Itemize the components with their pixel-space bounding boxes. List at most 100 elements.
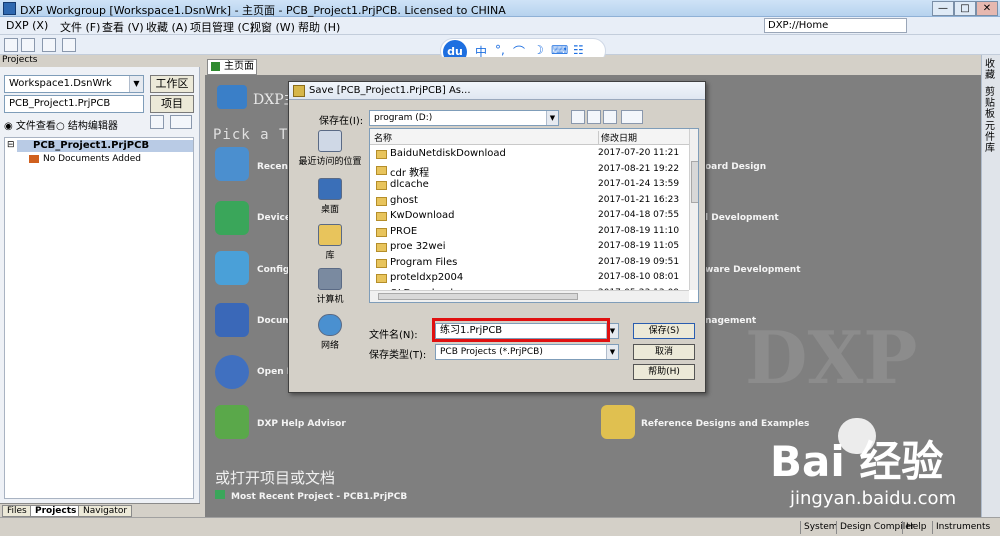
- menu-window[interactable]: 视窗 (W): [250, 19, 295, 35]
- rail-clipboard[interactable]: 剪贴板: [985, 87, 997, 120]
- network-icon: [318, 314, 342, 336]
- open-icon[interactable]: [21, 38, 35, 52]
- file-row[interactable]: BaiduNetdiskDownload 2017-07-20 11:21: [370, 147, 689, 162]
- file-row[interactable]: dlcache 2017-01-24 13:59: [370, 178, 689, 193]
- chevron-down-icon: ▼: [606, 345, 618, 359]
- help-advisor-icon[interactable]: [215, 405, 249, 439]
- filetype-select[interactable]: PCB Projects (*.PrjPCB) ▼: [435, 344, 619, 360]
- radio-file-view[interactable]: ◉ 文件查看: [4, 117, 56, 132]
- project-button[interactable]: 项目: [150, 95, 194, 113]
- place-recent[interactable]: 最近访问的位置: [297, 130, 363, 167]
- ime-keyboard-icon[interactable]: ⌨: [551, 43, 568, 57]
- tab-files[interactable]: Files: [2, 505, 32, 517]
- new-icon[interactable]: [4, 38, 18, 52]
- save-in-select[interactable]: program (D:) ▼: [369, 110, 559, 126]
- recent-project-link[interactable]: Most Recent Project - PCB1.PrjPCB: [215, 490, 407, 502]
- column-name[interactable]: 名称: [374, 131, 392, 144]
- configure-icon[interactable]: [215, 251, 249, 285]
- menu-dxp[interactable]: DXP (X): [6, 19, 48, 32]
- place-network[interactable]: 网络: [297, 314, 363, 351]
- task-management[interactable]: nagement: [705, 316, 756, 326]
- open-dxp-icon[interactable]: [215, 355, 249, 389]
- tree-collapse-icon[interactable]: ⊟: [7, 140, 15, 150]
- folder-icon: [29, 155, 39, 163]
- cancel-button[interactable]: 取消: [633, 344, 695, 360]
- menu-file[interactable]: 文件 (F): [60, 19, 100, 35]
- task-recent[interactable]: Recent: [257, 162, 292, 172]
- home-icon: [211, 62, 220, 71]
- highlight-box: [432, 318, 610, 342]
- scroll-thumb[interactable]: [691, 161, 698, 203]
- document-menu-icon[interactable]: [170, 115, 192, 129]
- chevron-down-icon: ▼: [129, 76, 143, 92]
- layers-icon[interactable]: [42, 38, 56, 52]
- tab-navigator[interactable]: Navigator: [78, 505, 133, 517]
- menu-view[interactable]: 查看 (V): [102, 19, 144, 35]
- rail-libraries[interactable]: 元件库: [985, 121, 997, 154]
- projects-panel-header: Projects: [0, 55, 200, 67]
- ime-moon-icon[interactable]: ☽: [533, 43, 544, 57]
- close-button[interactable]: ✕: [976, 1, 998, 16]
- task-development[interactable]: l Development: [705, 213, 779, 223]
- vertical-scrollbar[interactable]: [689, 129, 698, 290]
- status-system[interactable]: System: [800, 521, 841, 534]
- file-date: 2017-08-21 19:22: [598, 163, 680, 174]
- place-library[interactable]: 库: [297, 224, 363, 261]
- ime-menu-icon[interactable]: ☷: [573, 43, 584, 57]
- tab-projects[interactable]: Projects: [30, 505, 82, 517]
- menu-help[interactable]: 帮助 (H): [298, 19, 340, 35]
- horizontal-scrollbar[interactable]: [370, 290, 689, 302]
- radio-struct-editor[interactable]: ○ 结构编辑器: [56, 117, 118, 132]
- place-computer[interactable]: 计算机: [297, 268, 363, 305]
- status-help[interactable]: Help: [902, 521, 930, 534]
- file-row[interactable]: ghost 2017-01-21 16:23: [370, 194, 689, 209]
- file-date: 2017-01-24 13:59: [598, 179, 680, 189]
- menu-favorites[interactable]: 收藏 (A): [146, 19, 188, 35]
- back-icon[interactable]: [571, 110, 585, 124]
- status-instruments[interactable]: Instruments: [932, 521, 993, 534]
- tab-home[interactable]: 主页面: [207, 59, 257, 75]
- device-icon[interactable]: [215, 201, 249, 235]
- ime-punct-icon[interactable]: °,: [495, 43, 505, 57]
- place-desktop-label: 桌面: [320, 205, 339, 215]
- workspace-button[interactable]: 工作区: [150, 75, 194, 93]
- workspace-select[interactable]: Workspace1.DsnWrk ▼: [4, 75, 144, 93]
- file-date: 2017-07-20 11:21: [598, 148, 680, 158]
- file-row[interactable]: cdr 教程 2017-08-21 19:22: [370, 163, 689, 179]
- save-button[interactable]: 保存(S): [633, 323, 695, 339]
- project-options-icon[interactable]: [150, 115, 164, 129]
- help-icon[interactable]: [62, 38, 76, 52]
- up-folder-icon[interactable]: [587, 110, 601, 124]
- reference-designs-icon[interactable]: [601, 405, 635, 439]
- task-board-design[interactable]: oard Design: [705, 162, 766, 172]
- tree-item-project[interactable]: PCB_Project1.PrjPCB: [17, 140, 193, 152]
- file-row[interactable]: Program Files 2017-08-19 09:51: [370, 256, 689, 271]
- column-date[interactable]: 修改日期: [598, 131, 637, 144]
- pick-task-heading: Pick a Ta: [213, 127, 298, 143]
- documents-icon[interactable]: [215, 303, 249, 337]
- folder-icon: [376, 165, 387, 175]
- file-row[interactable]: PROE 2017-08-19 11:10: [370, 225, 689, 240]
- address-input[interactable]: DXP://Home: [764, 18, 907, 33]
- recent-icon[interactable]: [215, 147, 249, 181]
- new-folder-icon[interactable]: [603, 110, 617, 124]
- file-row[interactable]: proe 32wei 2017-08-19 11:05: [370, 240, 689, 255]
- project-field[interactable]: PCB_Project1.PrjPCB: [4, 95, 144, 113]
- place-computer-label: 计算机: [316, 295, 344, 305]
- tree-item-no-docs-label: No Documents Added: [43, 154, 141, 164]
- main-tab-strip: 主页面: [205, 57, 981, 75]
- file-row[interactable]: KwDownload 2017-04-18 07:55: [370, 209, 689, 224]
- title-bar: DXP Workgroup [Workspace1.DsnWrk] - 主页面 …: [0, 0, 1000, 17]
- help-button[interactable]: 帮助(H): [633, 364, 695, 380]
- minimize-button[interactable]: —: [932, 1, 954, 16]
- view-menu-icon[interactable]: [621, 110, 643, 124]
- file-row[interactable]: proteldxp2004 2017-08-10 08:01: [370, 271, 689, 286]
- filetype-label: 保存类型(T):: [369, 350, 427, 361]
- task-help-advisor[interactable]: DXP Help Advisor: [257, 419, 346, 429]
- maximize-button[interactable]: □: [954, 1, 976, 16]
- place-desktop[interactable]: 桌面: [297, 178, 363, 215]
- task-software-development[interactable]: ware Development: [705, 265, 801, 275]
- menu-project[interactable]: 项目管理 (C): [190, 19, 254, 35]
- scroll-thumb[interactable]: [378, 293, 578, 300]
- rail-favorites[interactable]: 收藏: [985, 59, 997, 81]
